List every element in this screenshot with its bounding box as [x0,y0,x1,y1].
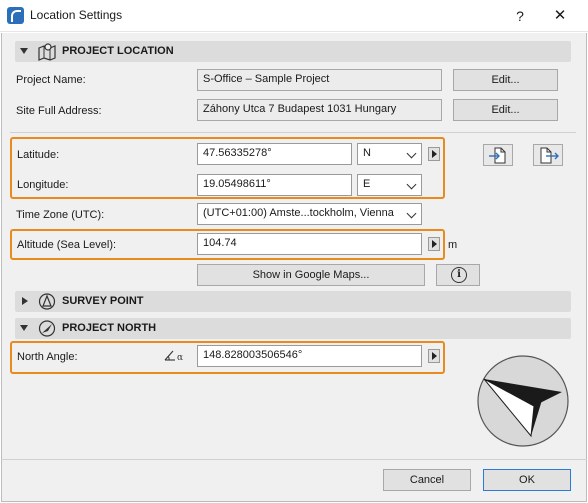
export-location-button[interactable] [533,144,563,166]
show-in-google-maps-button[interactable]: Show in Google Maps... [197,264,425,286]
section-title: SURVEY POINT [62,295,144,307]
import-location-button[interactable] [483,144,513,166]
north-angle-label: North Angle: [17,351,78,363]
ok-button[interactable]: OK [483,469,571,491]
section-title: PROJECT LOCATION [62,45,174,57]
altitude-input[interactable]: 104.74 [197,233,422,255]
project-name-field: S-Office – Sample Project [197,69,442,91]
cancel-button[interactable]: Cancel [383,469,471,491]
chevron-down-icon [406,179,417,190]
site-address-label: Site Full Address: [16,105,102,117]
info-icon: i [451,267,467,283]
longitude-hemisphere-value: E [363,178,371,190]
altitude-options-arrow[interactable] [428,237,440,251]
window-title: Location Settings [30,8,123,22]
altitude-label: Altitude (Sea Level): [17,239,117,251]
map-pin-icon [38,43,56,61]
chevron-down-icon [406,208,417,219]
timezone-select[interactable]: (UTC+01:00) Amste...tockholm, Vienna [197,203,422,225]
section-header-project-north[interactable]: PROJECT NORTH [15,318,571,339]
latitude-hemisphere-select[interactable]: N [357,143,422,165]
north-angle-options-arrow[interactable] [428,349,440,363]
longitude-hemisphere-select[interactable]: E [357,174,422,196]
latitude-options-arrow[interactable] [428,147,440,161]
latitude-label: Latitude: [17,149,60,161]
section-title: PROJECT NORTH [62,322,157,334]
svg-text:α: α [177,353,183,362]
chevron-down-icon [406,148,417,159]
latitude-input[interactable]: 47.56335278° [197,143,352,165]
export-file-icon [540,147,559,164]
expand-triangle-icon [22,297,28,305]
footer-divider [1,459,587,460]
collapse-triangle-icon [20,48,28,54]
altitude-unit: m [448,239,458,251]
survey-point-icon [38,293,56,310]
title-bar: Location Settings ? ✕ [0,0,588,32]
north-angle-compass-dial[interactable] [476,354,570,448]
north-compass-icon [38,320,56,337]
edit-site-address-button[interactable]: Edit... [453,99,558,121]
collapse-triangle-icon [20,325,28,331]
divider [10,132,576,133]
timezone-value: (UTC+01:00) Amste...tockholm, Vienna [203,207,394,219]
section-header-project-location[interactable]: PROJECT LOCATION [15,41,571,62]
north-angle-input[interactable]: 148.828003506546° [197,345,422,367]
longitude-input[interactable]: 19.05498611° [197,174,352,196]
timezone-label: Time Zone (UTC): [16,209,105,221]
longitude-label: Longitude: [17,179,69,191]
info-button[interactable]: i [436,264,480,286]
latitude-hemisphere-value: N [363,147,371,159]
project-name-label: Project Name: [16,74,86,86]
site-address-field: Záhony Utca 7 Budapest 1031 Hungary [197,99,442,121]
section-header-survey-point[interactable]: SURVEY POINT [15,291,571,312]
archicad-app-icon [7,7,24,24]
edit-project-name-button[interactable]: Edit... [453,69,558,91]
angle-alpha-icon: α [164,350,183,362]
help-button[interactable]: ? [508,4,532,28]
import-file-icon [489,147,506,164]
close-button[interactable]: ✕ [548,4,572,28]
